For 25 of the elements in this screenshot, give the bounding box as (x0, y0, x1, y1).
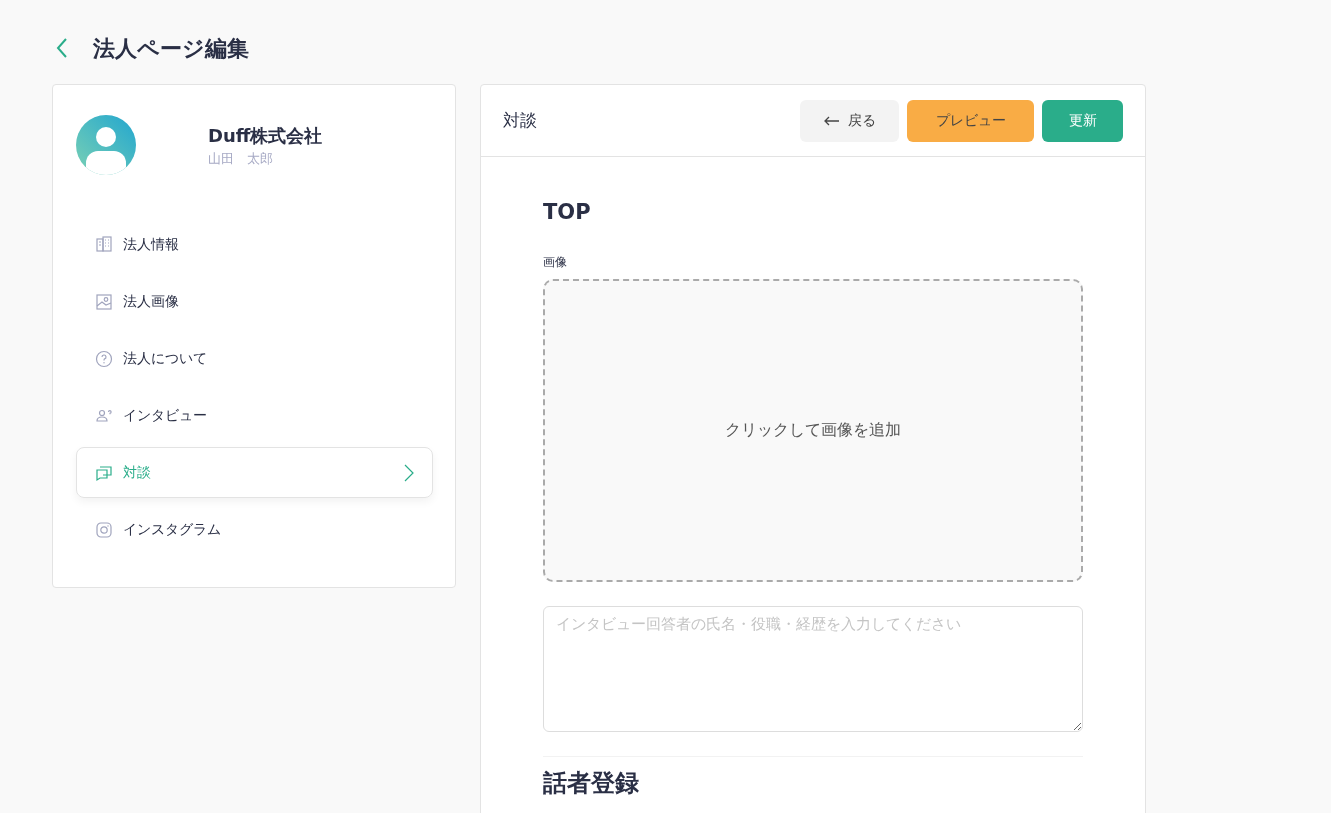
panel-title: 対談 (503, 108, 537, 132)
section-title: 話者登録 (543, 767, 640, 799)
question-icon (95, 349, 113, 368)
profile-textarea[interactable]: インタビュー回答者の氏名・役職・経歴を入力してください (543, 605, 1083, 732)
image-icon (95, 292, 113, 311)
sidebar-item[interactable]: 法人について (76, 333, 433, 384)
instagram-icon (95, 520, 113, 539)
preview-button[interactable]: プレビュー (907, 99, 1034, 142)
chevron-right-icon (404, 463, 414, 482)
sidebar-item[interactable]: 法人画像 (76, 276, 433, 327)
back-button[interactable]: 戻る (800, 99, 899, 142)
person-name: 山田 太郎 (208, 149, 274, 168)
chat-icon (95, 463, 113, 482)
company-name: Duff株式会社 (208, 123, 323, 148)
section-title: TOP (543, 199, 592, 226)
sidebar-item[interactable]: インタビュー (76, 390, 433, 441)
arrow-left-icon (823, 116, 840, 126)
sidebar-item[interactable]: 法人情報 (76, 219, 433, 270)
field-label: 画像 (543, 253, 568, 271)
page-title: 法人ページ編集 (93, 34, 249, 63)
avatar-icon (76, 115, 136, 175)
sidebar-item[interactable]: インスタグラム (76, 504, 433, 555)
back-chevron-icon[interactable] (55, 37, 69, 59)
building-icon (95, 235, 113, 254)
image-dropzone[interactable]: クリックして画像を追加 (543, 278, 1083, 582)
